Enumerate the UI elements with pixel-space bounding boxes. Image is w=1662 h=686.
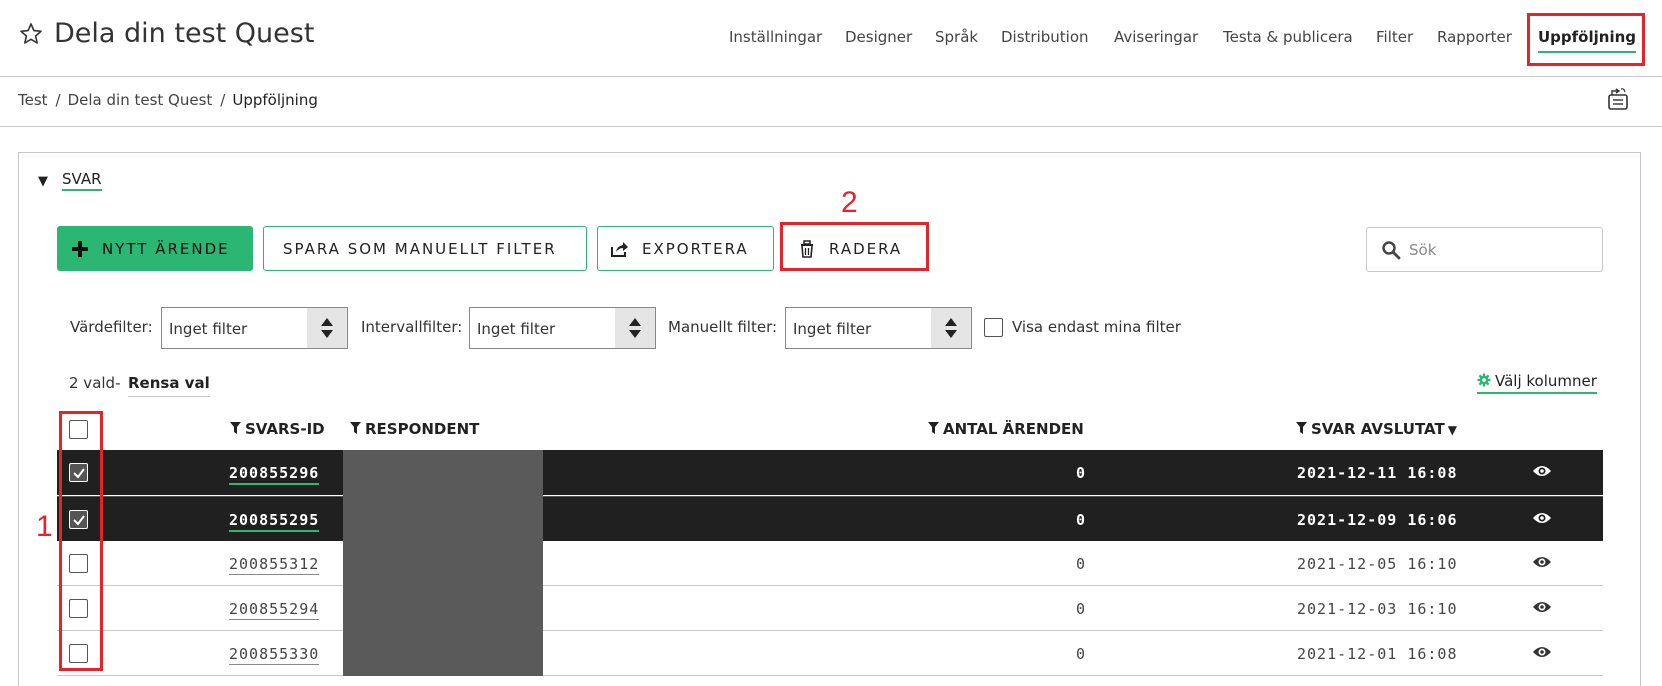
filter-icon bbox=[928, 422, 939, 434]
gear-icon bbox=[1477, 373, 1491, 387]
nav-filter[interactable]: Filter bbox=[1376, 28, 1413, 46]
manual-filter-label: Manuellt filter: bbox=[668, 318, 778, 336]
column-header-id[interactable]: SVARS-ID bbox=[230, 420, 325, 438]
column-header-finished[interactable]: SVAR AVSLUTAT ▼ bbox=[1296, 420, 1457, 438]
filter-icon bbox=[350, 422, 361, 434]
filter-icon bbox=[230, 422, 241, 434]
breadcrumb: Test / Dela din test Quest / Uppföljning bbox=[18, 91, 318, 109]
interval-filter-label: Intervallfilter: bbox=[361, 318, 463, 336]
breadcrumb-item-quest[interactable]: Dela din test Quest bbox=[68, 91, 213, 109]
table-row[interactable]: 200855312 0 2021-12-05 16:10 bbox=[57, 541, 1603, 586]
filter-icon bbox=[1296, 422, 1307, 434]
search-icon bbox=[1382, 241, 1401, 260]
only-mine-checkbox[interactable] bbox=[984, 318, 1003, 337]
breadcrumb-separator: / bbox=[220, 91, 226, 109]
save-manual-filter-button[interactable]: SPARA SOM MANUELLT FILTER bbox=[263, 226, 587, 271]
translate-icon[interactable] bbox=[1606, 86, 1632, 112]
breadcrumb-divider bbox=[0, 126, 1662, 127]
nav-designer[interactable]: Designer bbox=[845, 28, 912, 46]
finished-date: 2021-12-09 16:06 bbox=[1297, 511, 1458, 529]
choose-columns-label: Välj kolumner bbox=[1495, 372, 1597, 390]
app-header: Dela din test Quest Inställningar Design… bbox=[0, 0, 1662, 77]
value-filter-selected: Inget filter bbox=[169, 320, 248, 338]
response-id-link[interactable]: 200855312 bbox=[229, 555, 320, 575]
response-id-link[interactable]: 200855330 bbox=[229, 645, 320, 665]
search-input[interactable] bbox=[1409, 238, 1589, 262]
table-row[interactable]: 200855295 0 2021-12-09 16:06 bbox=[57, 496, 1603, 541]
response-id-link[interactable]: 200855294 bbox=[229, 600, 320, 620]
breadcrumb-separator: / bbox=[55, 91, 61, 109]
finished-date: 2021-12-05 16:10 bbox=[1297, 555, 1458, 573]
only-mine-label: Visa endast mina filter bbox=[1012, 318, 1181, 336]
interval-filter-selected: Inget filter bbox=[477, 320, 556, 338]
highlight-box-delete bbox=[780, 222, 929, 271]
table-row[interactable]: 200855294 0 2021-12-03 16:10 bbox=[57, 586, 1603, 631]
annotation-number-1: 1 bbox=[36, 510, 53, 543]
star-icon[interactable] bbox=[19, 22, 43, 46]
highlight-box-checkboxes bbox=[59, 411, 103, 671]
choose-columns-link[interactable]: Välj kolumner bbox=[1477, 372, 1597, 394]
value-filter-label: Värdefilter: bbox=[70, 318, 153, 336]
select-arrows-icon bbox=[615, 308, 655, 348]
nav-distribution[interactable]: Distribution bbox=[1001, 28, 1089, 46]
manual-filter-select[interactable]: Inget filter bbox=[785, 307, 972, 349]
cases-count: 0 bbox=[1076, 464, 1087, 482]
export-button[interactable]: EXPORTERA bbox=[597, 226, 774, 271]
cases-count: 0 bbox=[1076, 555, 1087, 573]
nav-aviseringar[interactable]: Aviseringar bbox=[1114, 28, 1198, 46]
annotation-number-2: 2 bbox=[841, 186, 858, 219]
cases-count: 0 bbox=[1076, 600, 1087, 618]
response-id-link[interactable]: 200855296 bbox=[229, 464, 320, 485]
highlight-box-nav bbox=[1527, 13, 1645, 66]
section-title[interactable]: SVAR bbox=[62, 170, 102, 191]
eye-icon[interactable] bbox=[1532, 644, 1552, 660]
eye-icon[interactable] bbox=[1532, 554, 1552, 570]
clear-selection-link[interactable]: Rensa val bbox=[128, 374, 210, 397]
nav-sprak[interactable]: Språk bbox=[935, 28, 978, 46]
column-header-cases[interactable]: ANTAL ÄRENDEN bbox=[928, 420, 1084, 438]
sort-desc-icon: ▼ bbox=[1447, 423, 1457, 437]
cases-count: 0 bbox=[1076, 645, 1087, 663]
column-header-respondent[interactable]: RESPONDENT bbox=[350, 420, 479, 438]
select-arrows-icon bbox=[307, 308, 347, 348]
new-case-button[interactable]: NYTT ÄRENDE bbox=[57, 226, 253, 271]
redacted-respondent-column bbox=[343, 450, 543, 676]
nav-testa-publicera[interactable]: Testa & publicera bbox=[1223, 28, 1353, 46]
cases-count: 0 bbox=[1076, 511, 1087, 529]
interval-filter-select[interactable]: Inget filter bbox=[469, 307, 656, 349]
value-filter-select[interactable]: Inget filter bbox=[161, 307, 348, 349]
page-title: Dela din test Quest bbox=[54, 18, 315, 49]
search-box bbox=[1366, 227, 1603, 272]
eye-icon[interactable] bbox=[1532, 599, 1552, 615]
finished-date: 2021-12-03 16:10 bbox=[1297, 600, 1458, 618]
manual-filter-selected: Inget filter bbox=[793, 320, 872, 338]
finished-date: 2021-12-11 16:08 bbox=[1297, 464, 1458, 482]
nav-rapporter[interactable]: Rapporter bbox=[1437, 28, 1512, 46]
save-filter-label: SPARA SOM MANUELLT FILTER bbox=[283, 239, 557, 258]
plus-icon bbox=[72, 240, 88, 257]
breadcrumb-item-current: Uppföljning bbox=[232, 91, 318, 109]
share-export-icon bbox=[611, 241, 628, 257]
breadcrumb-item-test[interactable]: Test bbox=[18, 91, 48, 109]
eye-icon[interactable] bbox=[1532, 463, 1552, 479]
finished-date: 2021-12-01 16:08 bbox=[1297, 645, 1458, 663]
new-case-label: NYTT ÄRENDE bbox=[102, 239, 230, 258]
table-row[interactable]: 200855296 0 2021-12-11 16:08 bbox=[57, 450, 1603, 495]
select-arrows-icon bbox=[931, 308, 971, 348]
caret-down-icon[interactable]: ▼ bbox=[38, 174, 48, 189]
eye-icon[interactable] bbox=[1532, 510, 1552, 526]
table-row[interactable]: 200855330 0 2021-12-01 16:08 bbox=[57, 631, 1603, 676]
selected-count: 2 vald- bbox=[69, 374, 121, 392]
nav-installningar[interactable]: Inställningar bbox=[729, 28, 822, 46]
export-label: EXPORTERA bbox=[642, 239, 749, 258]
response-id-link[interactable]: 200855295 bbox=[229, 511, 320, 532]
